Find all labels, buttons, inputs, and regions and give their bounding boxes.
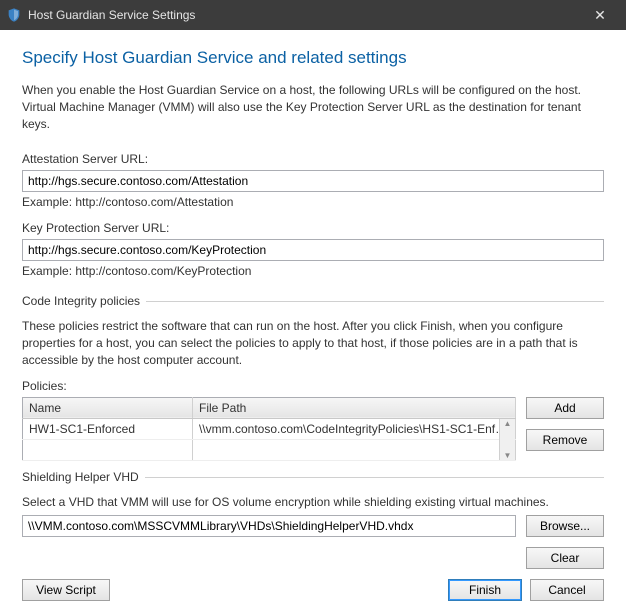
cancel-button[interactable]: Cancel <box>530 579 604 601</box>
divider <box>145 477 604 478</box>
close-button[interactable]: ✕ <box>580 7 620 24</box>
column-name[interactable]: Name <box>23 397 193 418</box>
shielding-vhd-legend: Shielding Helper VHD <box>22 470 604 484</box>
divider <box>146 301 604 302</box>
table-row-empty <box>23 439 516 460</box>
dialog-content: Specify Host Guardian Service and relate… <box>0 30 626 613</box>
attestation-url-input[interactable] <box>22 170 604 192</box>
attestation-example: Example: http://contoso.com/Attestation <box>22 195 604 209</box>
view-script-button[interactable]: View Script <box>22 579 110 601</box>
finish-button[interactable]: Finish <box>448 579 522 601</box>
code-integrity-desc: These policies restrict the software tha… <box>22 318 604 368</box>
clear-button[interactable]: Clear <box>526 547 604 569</box>
scroll-down-icon[interactable]: ▼ <box>500 451 515 460</box>
column-filepath[interactable]: File Path <box>193 397 516 418</box>
remove-button[interactable]: Remove <box>526 429 604 451</box>
browse-button[interactable]: Browse... <box>526 515 604 537</box>
shield-icon <box>6 7 22 23</box>
policies-label: Policies: <box>22 379 604 393</box>
shielding-vhd-legend-text: Shielding Helper VHD <box>22 470 139 484</box>
attestation-label: Attestation Server URL: <box>22 152 604 166</box>
add-button[interactable]: Add <box>526 397 604 419</box>
policy-name-cell: HW1-SC1-Enforced <box>23 418 193 439</box>
page-title: Specify Host Guardian Service and relate… <box>22 48 604 68</box>
table-row[interactable]: HW1-SC1-Enforced \\vmm.contoso.com\CodeI… <box>23 418 516 439</box>
code-integrity-legend-text: Code Integrity policies <box>22 294 140 308</box>
dialog-footer: View Script Finish Cancel <box>22 569 604 601</box>
scroll-up-icon[interactable]: ▲ <box>500 419 515 428</box>
keyprotection-label: Key Protection Server URL: <box>22 221 604 235</box>
table-header-row: Name File Path <box>23 397 516 418</box>
keyprotection-example: Example: http://contoso.com/KeyProtectio… <box>22 264 604 278</box>
shielding-vhd-desc: Select a VHD that VMM will use for OS vo… <box>22 494 604 511</box>
table-scrollbar[interactable]: ▲ ▼ <box>499 419 515 460</box>
shielding-vhd-path-input[interactable] <box>22 515 516 537</box>
keyprotection-url-input[interactable] <box>22 239 604 261</box>
intro-text: When you enable the Host Guardian Servic… <box>22 82 604 132</box>
window-title: Host Guardian Service Settings <box>28 8 195 22</box>
titlebar: Host Guardian Service Settings ✕ <box>0 0 626 30</box>
policy-path-cell: \\vmm.contoso.com\CodeIntegrityPolicies\… <box>193 418 516 439</box>
code-integrity-legend: Code Integrity policies <box>22 294 604 308</box>
policies-table[interactable]: Name File Path HW1-SC1-Enforced \\vmm.co… <box>22 397 516 461</box>
